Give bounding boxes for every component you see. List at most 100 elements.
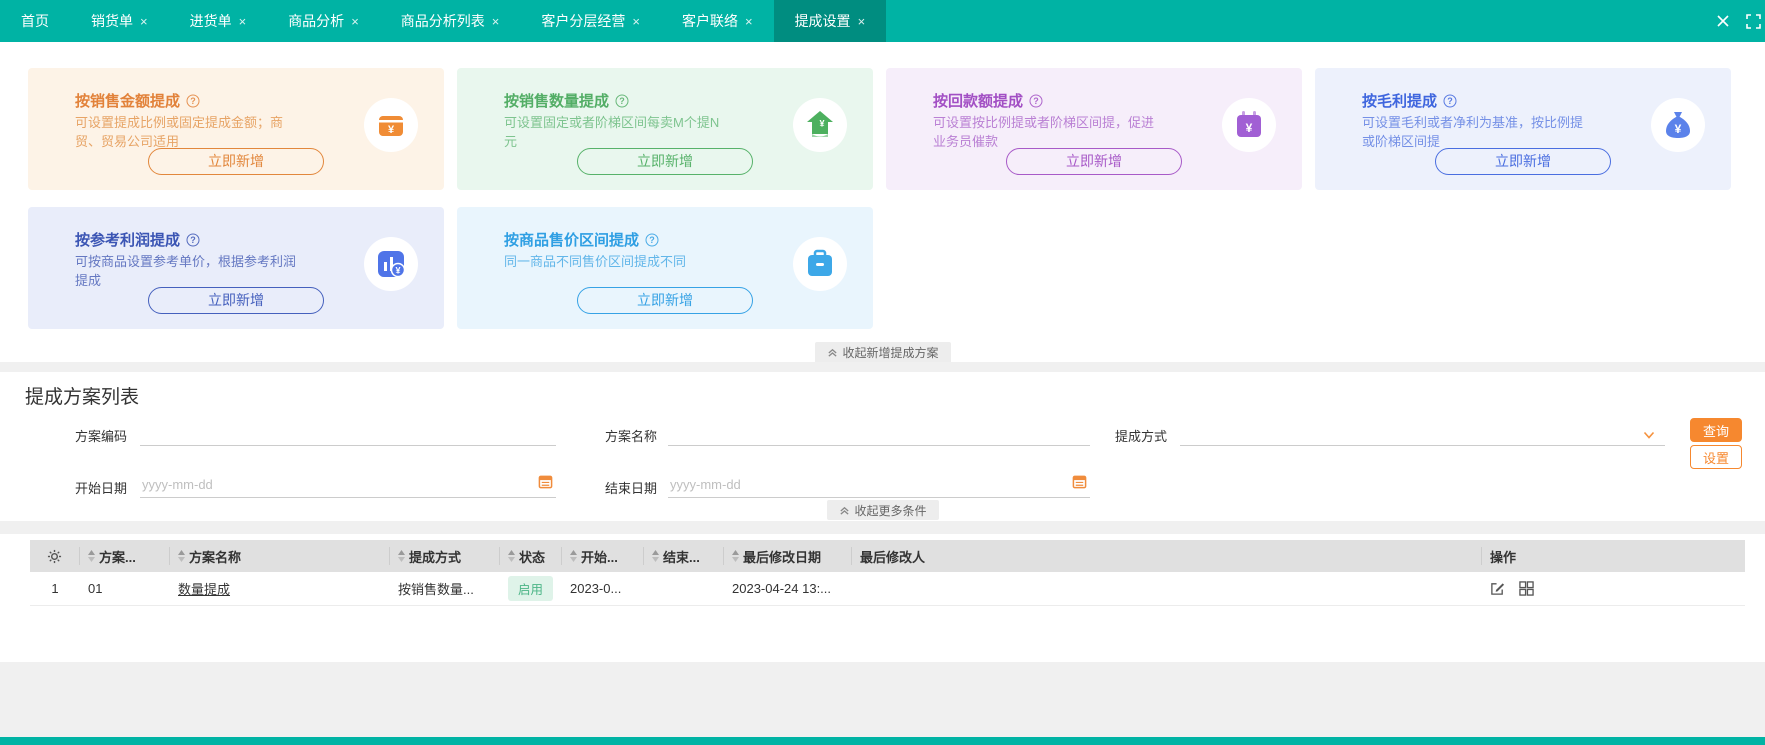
card-title: 按销售数量提成 ? xyxy=(504,90,629,111)
tab-label: 商品分析列表 xyxy=(400,13,485,29)
edit-icon[interactable] xyxy=(1490,581,1505,596)
help-icon[interactable]: ? xyxy=(186,233,200,247)
sort-icon[interactable] xyxy=(178,550,185,562)
double-chevron-up-icon xyxy=(827,348,837,357)
scheme-name-link[interactable]: 数量提成 xyxy=(178,582,230,597)
tab-label: 进货单 xyxy=(189,13,232,29)
row-commission-type: 按销售数量... xyxy=(398,582,474,597)
header-last-modified-date[interactable]: 最后修改日期 xyxy=(724,547,852,565)
commission-type-label: 提成方式 xyxy=(1115,429,1168,444)
card-description: 可设置按比例提或者阶梯区间提，促进业务员催款 xyxy=(933,115,1155,149)
add-now-button[interactable]: 立即新增 xyxy=(1435,148,1611,175)
help-icon[interactable]: ? xyxy=(1029,94,1043,108)
svg-text:?: ? xyxy=(190,235,196,245)
tab-customer-contact[interactable]: 客户联络 × xyxy=(661,0,774,42)
row-index: 1 xyxy=(51,581,59,596)
close-tab-icon[interactable]: × xyxy=(858,14,866,29)
card-collection-amount-commission: 按回款额提成 ? 可设置按比例提或者阶梯区间提，促进业务员催款 立即新增 ¥ xyxy=(886,68,1302,190)
tab-label: 销货单 xyxy=(91,13,133,29)
header-scheme-code[interactable]: 方案... xyxy=(80,547,170,565)
calendar-icon[interactable] xyxy=(538,474,553,494)
sort-icon[interactable] xyxy=(88,550,95,562)
svg-text:?: ? xyxy=(649,235,655,245)
tab-customer-segmentation[interactable]: 客户分层经营 × xyxy=(520,0,661,42)
filter-buttons: 查询 设置 xyxy=(1690,418,1742,469)
row-modified-date: 2023-04-24 13:... xyxy=(732,581,832,596)
tab-product-analysis[interactable]: 商品分析 × xyxy=(267,0,380,42)
chevron-down-icon[interactable] xyxy=(1642,428,1656,447)
add-now-button[interactable]: 立即新增 xyxy=(1006,148,1182,175)
start-date-input[interactable] xyxy=(140,472,556,498)
money-rise-icon: ¥ xyxy=(793,98,847,152)
sort-icon[interactable] xyxy=(732,550,739,562)
svg-text:¥: ¥ xyxy=(1675,122,1682,136)
close-tab-icon[interactable]: × xyxy=(351,14,359,29)
collapse-more-filters-button[interactable]: 收起更多条件 xyxy=(826,500,939,520)
collapse-label: 收起新增提成方案 xyxy=(842,345,939,360)
card-title: 按参考利润提成 ? xyxy=(75,229,200,250)
collapse-new-schemes-button[interactable]: 收起新增提成方案 xyxy=(814,342,951,362)
calendar-icon[interactable] xyxy=(1072,474,1087,494)
header-scheme-name[interactable]: 方案名称 xyxy=(170,547,390,565)
add-now-button[interactable]: 立即新增 xyxy=(148,287,324,314)
tab-bar: 首页 销货单 × 进货单 × 商品分析 × 商品分析列表 × 客户分层经营 × 客户联络 ×… xyxy=(0,0,1765,42)
tab-purchase-order[interactable]: 进货单 × xyxy=(169,0,268,42)
header-last-modified-by[interactable]: 最后修改人 xyxy=(852,547,1482,565)
tab-home[interactable]: 首页 xyxy=(0,0,70,42)
commission-cards-panel: 按销售金额提成 ? 可设置提成比例或固定提成金额；商贸、贸易公司适用 立即新增 … xyxy=(0,42,1765,362)
header-commission-type[interactable]: 提成方式 xyxy=(390,547,500,565)
card-title: 按商品售价区间提成 ? xyxy=(504,229,659,250)
collapse-label: 收起更多条件 xyxy=(854,503,927,518)
search-button[interactable]: 查询 xyxy=(1690,418,1742,442)
close-tab-icon[interactable]: × xyxy=(239,14,247,29)
tab-product-analysis-list[interactable]: 商品分析列表 × xyxy=(380,0,521,42)
help-icon[interactable]: ? xyxy=(645,233,659,247)
close-all-icon[interactable] xyxy=(1716,14,1730,28)
add-now-button[interactable]: 立即新增 xyxy=(577,148,753,175)
table-row: 1 01 数量提成 按销售数量... 启用 2023-0... 2023-04-… xyxy=(30,572,1745,606)
scheme-code-input[interactable] xyxy=(140,420,556,446)
card-title: 按毛利提成 ? xyxy=(1362,90,1457,111)
fullscreen-icon[interactable] xyxy=(1746,13,1761,29)
settings-button[interactable]: 设置 xyxy=(1690,445,1742,469)
scheme-code-label: 方案编码 xyxy=(75,429,128,444)
header-status[interactable]: 状态 xyxy=(500,547,562,565)
sort-icon[interactable] xyxy=(570,550,577,562)
svg-text:?: ? xyxy=(619,96,625,106)
tab-label: 客户分层经营 xyxy=(541,13,626,29)
help-icon[interactable]: ? xyxy=(1443,94,1457,108)
card-description: 可按商品设置参考单价，根据参考利润提成 xyxy=(75,254,297,288)
help-icon[interactable]: ? xyxy=(615,94,629,108)
tab-sales-order[interactable]: 销货单 × xyxy=(70,0,169,42)
gear-icon[interactable] xyxy=(47,549,62,564)
header-start-date[interactable]: 开始... xyxy=(562,547,644,565)
help-icon[interactable]: ? xyxy=(186,94,200,108)
sort-icon[interactable] xyxy=(508,550,515,562)
sort-icon[interactable] xyxy=(652,550,659,562)
scheme-name-input[interactable] xyxy=(668,420,1090,446)
svg-text:?: ? xyxy=(1447,96,1453,106)
end-date-input[interactable] xyxy=(668,472,1090,498)
card-sales-amount-commission: 按销售金额提成 ? 可设置提成比例或固定提成金额；商贸、贸易公司适用 立即新增 … xyxy=(28,68,444,190)
divider xyxy=(0,521,1765,534)
close-tab-icon[interactable]: × xyxy=(140,14,148,29)
briefcase-icon xyxy=(793,237,847,291)
money-bag-icon: ¥ xyxy=(1651,98,1705,152)
header-end-date[interactable]: 结束... xyxy=(644,547,724,565)
card-reference-profit-commission: 按参考利润提成 ? 可按商品设置参考单价，根据参考利润提成 立即新增 ¥ xyxy=(28,207,444,329)
sort-icon[interactable] xyxy=(398,550,405,562)
grid-icon[interactable] xyxy=(1519,581,1534,596)
card-sales-quantity-commission: 按销售数量提成 ? 可设置固定或者阶梯区间每卖M个提N元 立即新增 ¥ xyxy=(457,68,873,190)
column-settings-cell[interactable] xyxy=(30,547,80,565)
scheme-table: 方案... 方案名称 提成方式 状态 开始... 结束... 最后修改日期 最后… xyxy=(30,540,1745,606)
close-tab-icon[interactable]: × xyxy=(492,14,500,29)
close-tab-icon[interactable]: × xyxy=(745,14,753,29)
add-now-button[interactable]: 立即新增 xyxy=(577,287,753,314)
add-now-button[interactable]: 立即新增 xyxy=(148,148,324,175)
tab-commission-settings[interactable]: 提成设置 × xyxy=(773,0,887,42)
commission-type-select[interactable] xyxy=(1180,420,1665,446)
close-tab-icon[interactable]: × xyxy=(632,14,640,29)
svg-text:?: ? xyxy=(190,96,196,106)
scheme-list-panel: 提成方案列表 方案编码 方案名称 提成方式 查询 设置 开始日期 结束日期 收起… xyxy=(0,372,1765,662)
card-description: 可设置固定或者阶梯区间每卖M个提N元 xyxy=(504,115,720,149)
